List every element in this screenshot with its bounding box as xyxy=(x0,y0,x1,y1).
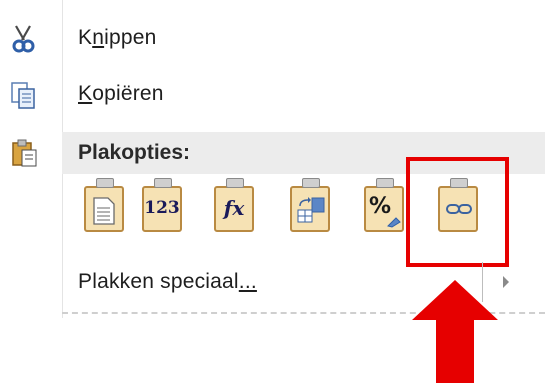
clipboard-clip xyxy=(96,178,114,188)
paintbrush-icon xyxy=(386,212,404,233)
paste-keep-source-button[interactable] xyxy=(80,178,130,236)
values-icon: 123 xyxy=(144,198,180,218)
copy-icon xyxy=(10,80,38,109)
copy-label: Kopiëren xyxy=(78,82,164,105)
paste-options-label: Plakopties: xyxy=(78,141,191,164)
paste-formatting-button[interactable]: % xyxy=(360,178,410,236)
clipboard-clip xyxy=(376,178,394,188)
clipboard-icon xyxy=(10,138,40,168)
cut-label: Knippen xyxy=(78,26,157,49)
paste-special-label: Plakken speciaal... xyxy=(78,270,257,293)
clipboard-clip xyxy=(154,178,172,188)
red-arrow-icon xyxy=(412,280,498,383)
paste-formulas-button[interactable]: fx xyxy=(210,178,260,236)
clipboard-clip xyxy=(302,178,320,188)
document-icon xyxy=(92,196,116,231)
paste-values-button[interactable]: 123 xyxy=(138,178,188,236)
context-menu: Knippen Kopiëren Plakopties: 123 fx % Pl… xyxy=(0,0,545,383)
transpose-icon xyxy=(296,196,326,231)
menu-item-copy[interactable]: Kopiëren xyxy=(0,66,545,122)
formula-icon: fx xyxy=(223,196,245,220)
chevron-right-icon[interactable] xyxy=(503,276,509,288)
menu-item-cut[interactable]: Knippen xyxy=(0,10,545,66)
clipboard-clip xyxy=(226,178,244,188)
scissors-icon xyxy=(10,24,38,53)
paste-transpose-button[interactable] xyxy=(286,178,336,236)
